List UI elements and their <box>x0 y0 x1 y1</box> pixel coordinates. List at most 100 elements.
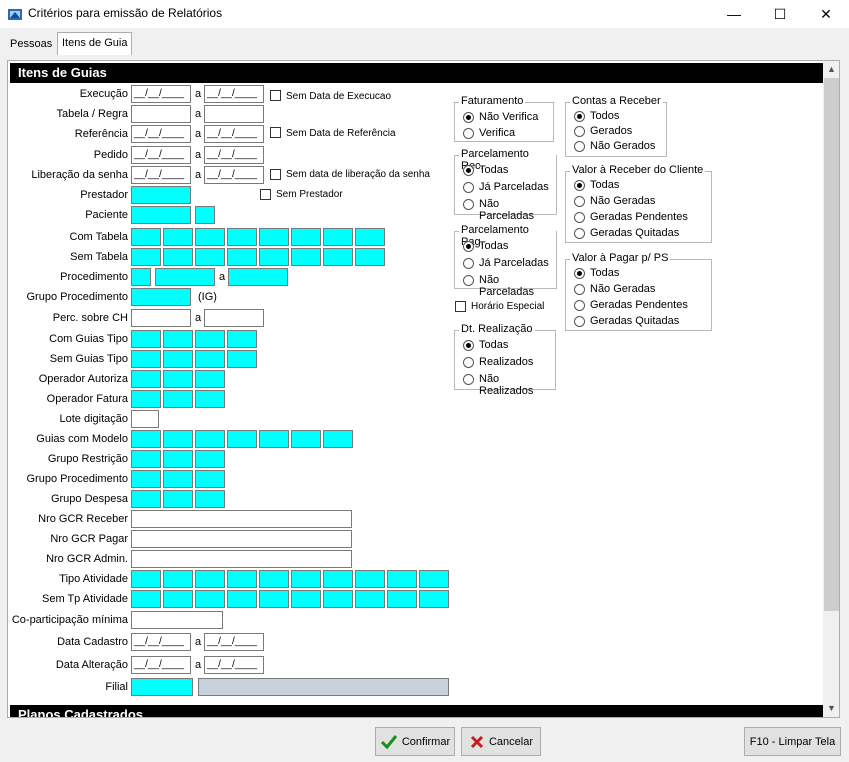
guias-com-modelo-field-3[interactable] <box>195 430 225 448</box>
horario-especial-checkbox[interactable] <box>455 301 466 312</box>
tabela-regra-to-field[interactable] <box>204 105 264 123</box>
operador-autoriza-field-1[interactable] <box>131 370 161 388</box>
sem-tp-atividade-field-5[interactable] <box>259 590 289 608</box>
com-tabela-field-8[interactable] <box>355 228 385 246</box>
data-cadastro-to-field[interactable]: __/__/____ <box>204 633 264 651</box>
paciente-extra-field[interactable] <box>195 206 215 224</box>
com-tabela-field-1[interactable] <box>131 228 161 246</box>
radio-parc-rec-nao-parceladas[interactable] <box>463 199 474 210</box>
radio-parc-rec-ja-parceladas[interactable] <box>463 182 474 193</box>
guias-com-modelo-field-5[interactable] <box>259 430 289 448</box>
procedimento-prefix-field[interactable] <box>131 268 151 286</box>
sem-data-referencia-checkbox[interactable] <box>270 127 281 138</box>
grupo-restricao-field-1[interactable] <box>131 450 161 468</box>
perc-ch-from-field[interactable] <box>131 309 191 327</box>
radio-parc-pag-ja-parceladas[interactable] <box>463 258 474 269</box>
com-guias-tipo-field-2[interactable] <box>163 330 193 348</box>
tipo-atividade-field-3[interactable] <box>195 570 225 588</box>
guias-com-modelo-field-4[interactable] <box>227 430 257 448</box>
scroll-thumb[interactable] <box>824 78 839 611</box>
grupo-procedimento-2-field-2[interactable] <box>163 470 193 488</box>
referencia-from-field[interactable]: __/__/____ <box>131 125 191 143</box>
data-alteracao-from-field[interactable]: __/__/____ <box>131 656 191 674</box>
operador-fatura-field-2[interactable] <box>163 390 193 408</box>
radio-valor-pagar-todas[interactable] <box>574 268 585 279</box>
tipo-atividade-field-8[interactable] <box>355 570 385 588</box>
sem-guias-tipo-field-1[interactable] <box>131 350 161 368</box>
operador-fatura-field-1[interactable] <box>131 390 161 408</box>
nro-gcr-admin-field[interactable] <box>131 550 352 568</box>
grupo-procedimento-2-field-3[interactable] <box>195 470 225 488</box>
sem-tp-atividade-field-10[interactable] <box>419 590 449 608</box>
com-tabela-field-3[interactable] <box>195 228 225 246</box>
execucao-from-field[interactable]: __/__/____ <box>131 85 191 103</box>
operador-fatura-field-3[interactable] <box>195 390 225 408</box>
com-tabela-field-5[interactable] <box>259 228 289 246</box>
com-guias-tipo-field-3[interactable] <box>195 330 225 348</box>
radio-parc-pag-todas[interactable] <box>463 241 474 252</box>
sem-tabela-field-7[interactable] <box>323 248 353 266</box>
pedido-to-field[interactable]: __/__/____ <box>204 146 264 164</box>
tipo-atividade-field-5[interactable] <box>259 570 289 588</box>
scroll-down-icon[interactable]: ▼ <box>823 700 839 717</box>
grupo-restricao-field-2[interactable] <box>163 450 193 468</box>
com-guias-tipo-field-1[interactable] <box>131 330 161 348</box>
minimize-button[interactable]: — <box>711 0 757 28</box>
scroll-up-icon[interactable]: ▲ <box>823 61 839 78</box>
data-alteracao-to-field[interactable]: __/__/____ <box>204 656 264 674</box>
sem-tabela-field-8[interactable] <box>355 248 385 266</box>
com-tabela-field-2[interactable] <box>163 228 193 246</box>
grupo-restricao-field-3[interactable] <box>195 450 225 468</box>
close-button[interactable]: ✕ <box>803 0 849 28</box>
tipo-atividade-field-4[interactable] <box>227 570 257 588</box>
grupo-procedimento-field[interactable] <box>131 288 191 306</box>
radio-parc-pag-nao-parceladas[interactable] <box>463 275 474 286</box>
radio-parc-rec-todas[interactable] <box>463 165 474 176</box>
liberacao-from-field[interactable]: __/__/____ <box>131 166 191 184</box>
radio-valor-pagar-nao-geradas[interactable] <box>574 284 585 295</box>
sem-tp-atividade-field-4[interactable] <box>227 590 257 608</box>
sem-tabela-field-1[interactable] <box>131 248 161 266</box>
liberacao-to-field[interactable]: __/__/____ <box>204 166 264 184</box>
radio-valor-receber-geradas-quitadas[interactable] <box>574 228 585 239</box>
guias-com-modelo-field-2[interactable] <box>163 430 193 448</box>
sem-guias-tipo-field-3[interactable] <box>195 350 225 368</box>
radio-faturamento-verifica[interactable] <box>463 128 474 139</box>
perc-ch-to-field[interactable] <box>204 309 264 327</box>
sem-tabela-field-3[interactable] <box>195 248 225 266</box>
guias-com-modelo-field-1[interactable] <box>131 430 161 448</box>
execucao-to-field[interactable]: __/__/____ <box>204 85 264 103</box>
grupo-despesa-field-3[interactable] <box>195 490 225 508</box>
tabela-regra-from-field[interactable] <box>131 105 191 123</box>
radio-valor-pagar-geradas-quitadas[interactable] <box>574 316 585 327</box>
radio-valor-receber-geradas-pendentes[interactable] <box>574 212 585 223</box>
tipo-atividade-field-1[interactable] <box>131 570 161 588</box>
data-cadastro-from-field[interactable]: __/__/____ <box>131 633 191 651</box>
nro-gcr-pagar-field[interactable] <box>131 530 352 548</box>
sem-tp-atividade-field-9[interactable] <box>387 590 417 608</box>
filial-field[interactable] <box>131 678 193 696</box>
sem-tabela-field-2[interactable] <box>163 248 193 266</box>
radio-valor-pagar-geradas-pendentes[interactable] <box>574 300 585 311</box>
radio-contas-receber-todos[interactable] <box>574 111 585 122</box>
sem-tp-atividade-field-8[interactable] <box>355 590 385 608</box>
tipo-atividade-field-7[interactable] <box>323 570 353 588</box>
sem-tabela-field-4[interactable] <box>227 248 257 266</box>
sem-data-liberacao-checkbox[interactable] <box>270 169 281 180</box>
nro-gcr-receber-field[interactable] <box>131 510 352 528</box>
tipo-atividade-field-2[interactable] <box>163 570 193 588</box>
sem-data-execucao-checkbox[interactable] <box>270 90 281 101</box>
sem-tp-atividade-field-1[interactable] <box>131 590 161 608</box>
sem-tabela-field-5[interactable] <box>259 248 289 266</box>
pedido-from-field[interactable]: __/__/____ <box>131 146 191 164</box>
sem-tp-atividade-field-2[interactable] <box>163 590 193 608</box>
grupo-despesa-field-2[interactable] <box>163 490 193 508</box>
coparticipacao-field[interactable] <box>131 611 223 629</box>
procedimento-from-field[interactable] <box>155 268 215 286</box>
vertical-scrollbar[interactable]: ▲ ▼ <box>823 61 839 717</box>
grupo-despesa-field-1[interactable] <box>131 490 161 508</box>
prestador-field[interactable] <box>131 186 191 204</box>
sem-tp-atividade-field-3[interactable] <box>195 590 225 608</box>
paciente-field[interactable] <box>131 206 191 224</box>
sem-guias-tipo-field-2[interactable] <box>163 350 193 368</box>
